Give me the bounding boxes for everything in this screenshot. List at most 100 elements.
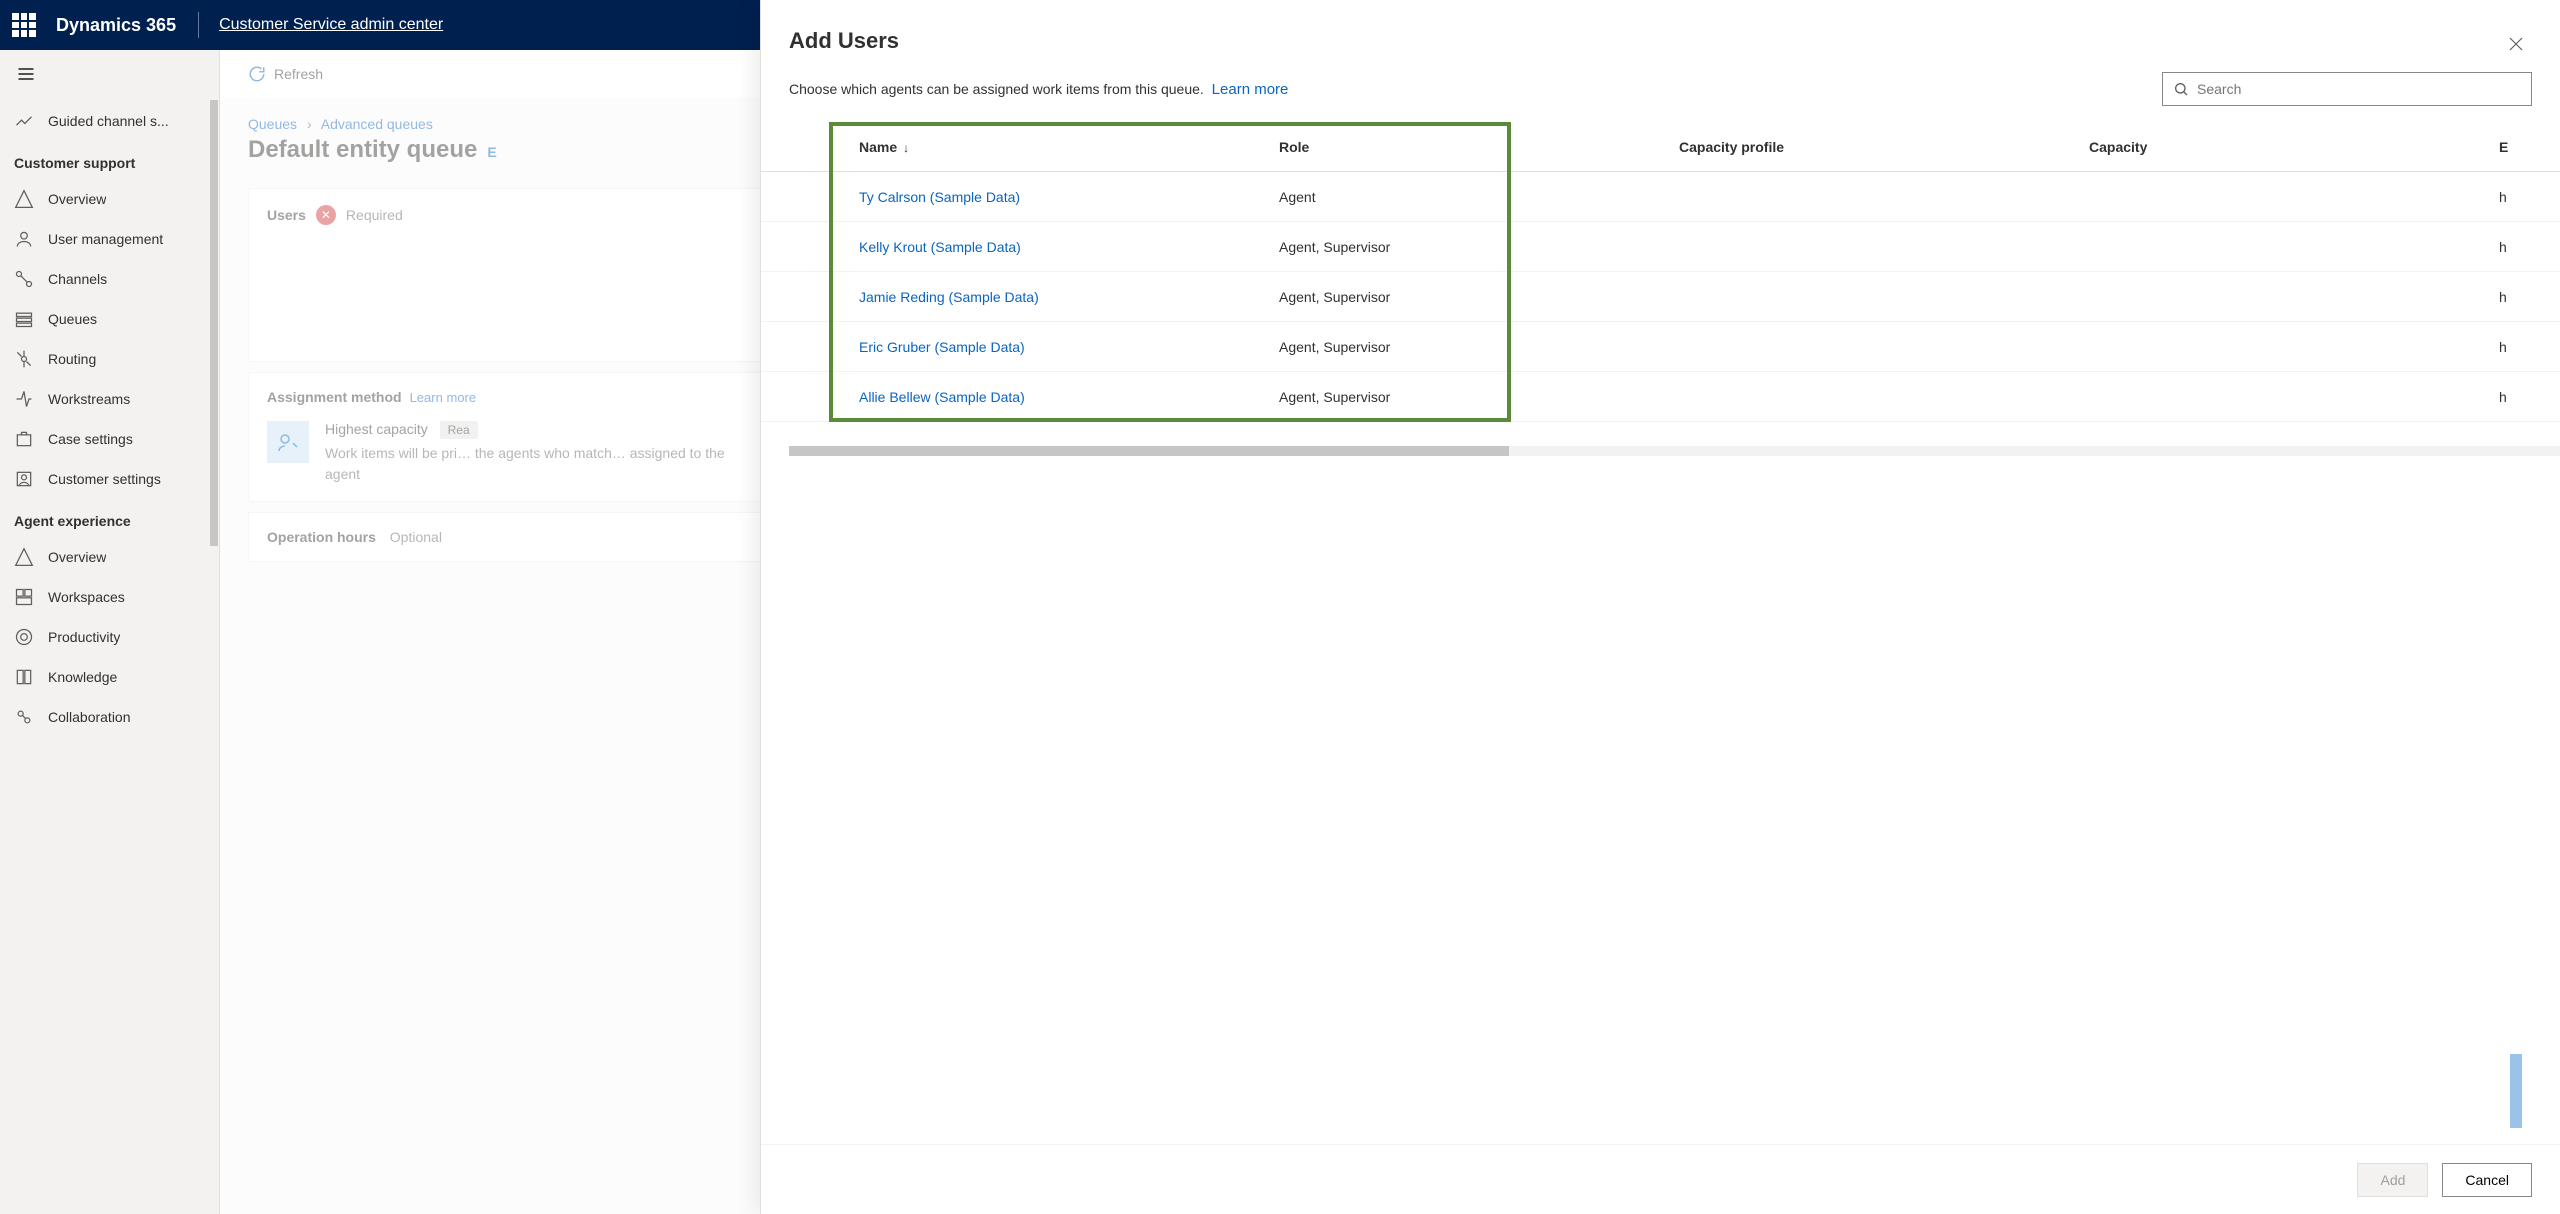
collaboration-icon [14, 707, 34, 727]
refresh-button[interactable]: Refresh [248, 65, 323, 83]
row-name[interactable]: Ty Calrson (Sample Data) [859, 189, 1279, 205]
sidebar-item-user-management[interactable]: User management [0, 219, 219, 259]
operation-optional: Optional [390, 529, 442, 545]
assignment-title: Assignment method [267, 389, 402, 405]
row-role: Agent, Supervisor [1279, 239, 1679, 255]
sidebar-item-guided[interactable]: Guided channel s... [0, 101, 219, 141]
overview-icon [14, 189, 34, 209]
sidebar-item-label: Channels [48, 271, 107, 287]
sidebar-item-overview-2[interactable]: Overview [0, 537, 219, 577]
overview-icon [14, 547, 34, 567]
sidebar-item-label: User management [48, 231, 163, 247]
col-capacity[interactable]: Capacity [2089, 139, 2499, 155]
customer-icon [14, 469, 34, 489]
table-row[interactable]: Eric Gruber (Sample Data)Agent, Supervis… [761, 322, 2560, 372]
sidebar-item-case-settings[interactable]: Case settings [0, 419, 219, 459]
row-extra: h [2499, 339, 2560, 355]
sidebar-item-queues[interactable]: Queues [0, 299, 219, 339]
table-row[interactable]: Allie Bellew (Sample Data)Agent, Supervi… [761, 372, 2560, 422]
sidebar-item-label: Case settings [48, 431, 133, 447]
sidebar-item-label: Productivity [48, 629, 120, 645]
nav-scrollbar[interactable] [210, 100, 218, 1214]
row-extra: h [2499, 389, 2560, 405]
workspaces-icon [14, 587, 34, 607]
row-name[interactable]: Eric Gruber (Sample Data) [859, 339, 1279, 355]
scroll-indicator [2510, 1054, 2522, 1128]
row-extra: h [2499, 289, 2560, 305]
nav-section-agent-experience: Agent experience [0, 499, 219, 537]
table-row[interactable]: Jamie Reding (Sample Data)Agent, Supervi… [761, 272, 2560, 322]
sort-down-icon: ↓ [903, 141, 909, 155]
table-row[interactable]: Kelly Krout (Sample Data)Agent, Supervis… [761, 222, 2560, 272]
row-role: Agent [1279, 189, 1679, 205]
knowledge-icon [14, 667, 34, 687]
edit-link[interactable]: E [487, 144, 496, 160]
page-title: Default entity queue [248, 136, 477, 164]
horizontal-scrollbar[interactable] [789, 446, 2560, 456]
search-icon [2173, 81, 2189, 97]
close-icon[interactable] [2500, 28, 2532, 60]
case-icon [14, 429, 34, 449]
left-nav: Guided channel s... Customer support Ove… [0, 50, 220, 1214]
hamburger-icon[interactable] [0, 50, 219, 101]
sidebar-item-label: Workspaces [48, 589, 125, 605]
col-capacity-profile[interactable]: Capacity profile [1679, 139, 2089, 155]
routing-icon [14, 349, 34, 369]
app-launcher-icon[interactable] [12, 13, 36, 37]
sidebar-item-label: Collaboration [48, 709, 131, 725]
cancel-button[interactable]: Cancel [2442, 1163, 2532, 1197]
col-role[interactable]: Role [1279, 139, 1679, 155]
sidebar-item-routing[interactable]: Routing [0, 339, 219, 379]
divider [198, 12, 199, 38]
table-header-row: Name↓ Role Capacity profile Capacity E [761, 122, 2560, 172]
refresh-label: Refresh [274, 66, 323, 82]
row-name[interactable]: Jamie Reding (Sample Data) [859, 289, 1279, 305]
panel-subtitle: Choose which agents can be assigned work… [789, 81, 1204, 97]
sidebar-item-label: Queues [48, 311, 97, 327]
required-label: Required [346, 207, 403, 223]
row-name[interactable]: Allie Bellew (Sample Data) [859, 389, 1279, 405]
sidebar-item-label: Guided channel s... [48, 113, 169, 129]
chart-icon [14, 111, 34, 131]
row-role: Agent, Supervisor [1279, 389, 1679, 405]
app-name-link[interactable]: Customer Service admin center [219, 16, 443, 34]
users-card-title: Users [267, 207, 306, 223]
sidebar-item-label: Routing [48, 351, 96, 367]
sidebar-item-productivity[interactable]: Productivity [0, 617, 219, 657]
search-input[interactable] [2197, 81, 2521, 97]
row-extra: h [2499, 239, 2560, 255]
sidebar-item-label: Customer settings [48, 471, 161, 487]
row-extra: h [2499, 189, 2560, 205]
panel-title: Add Users [789, 28, 899, 54]
search-field[interactable] [2162, 72, 2532, 106]
user-icon [14, 229, 34, 249]
workstreams-icon [14, 389, 34, 409]
breadcrumb-queues[interactable]: Queues [248, 116, 297, 132]
assignment-learn-more[interactable]: Learn more [410, 390, 476, 405]
sidebar-item-workstreams[interactable]: Workstreams [0, 379, 219, 419]
breadcrumb-advanced-queues[interactable]: Advanced queues [321, 116, 433, 132]
productivity-icon [14, 627, 34, 647]
sidebar-item-customer-settings[interactable]: Customer settings [0, 459, 219, 499]
panel-learn-more[interactable]: Learn more [1212, 81, 1289, 98]
row-role: Agent, Supervisor [1279, 289, 1679, 305]
col-extra[interactable]: E [2499, 139, 2560, 155]
sidebar-item-collaboration[interactable]: Collaboration [0, 697, 219, 737]
panel-footer: Add Cancel [761, 1144, 2560, 1214]
operation-title: Operation hours [267, 529, 376, 545]
brand-name: Dynamics 365 [56, 15, 176, 36]
row-role: Agent, Supervisor [1279, 339, 1679, 355]
nav-section-customer-support: Customer support [0, 141, 219, 179]
sidebar-item-workspaces[interactable]: Workspaces [0, 577, 219, 617]
row-name[interactable]: Kelly Krout (Sample Data) [859, 239, 1279, 255]
sidebar-item-knowledge[interactable]: Knowledge [0, 657, 219, 697]
col-name[interactable]: Name↓ [859, 139, 1279, 155]
table-row[interactable]: Ty Calrson (Sample Data)Agent h [761, 172, 2560, 222]
sidebar-item-overview[interactable]: Overview [0, 179, 219, 219]
add-button[interactable]: Add [2357, 1163, 2428, 1197]
sidebar-item-label: Knowledge [48, 669, 117, 685]
sidebar-item-channels[interactable]: Channels [0, 259, 219, 299]
channels-icon [14, 269, 34, 289]
add-users-panel: Add Users Choose which agents can be ass… [760, 0, 2560, 1214]
chevron-right-icon: › [307, 116, 312, 132]
